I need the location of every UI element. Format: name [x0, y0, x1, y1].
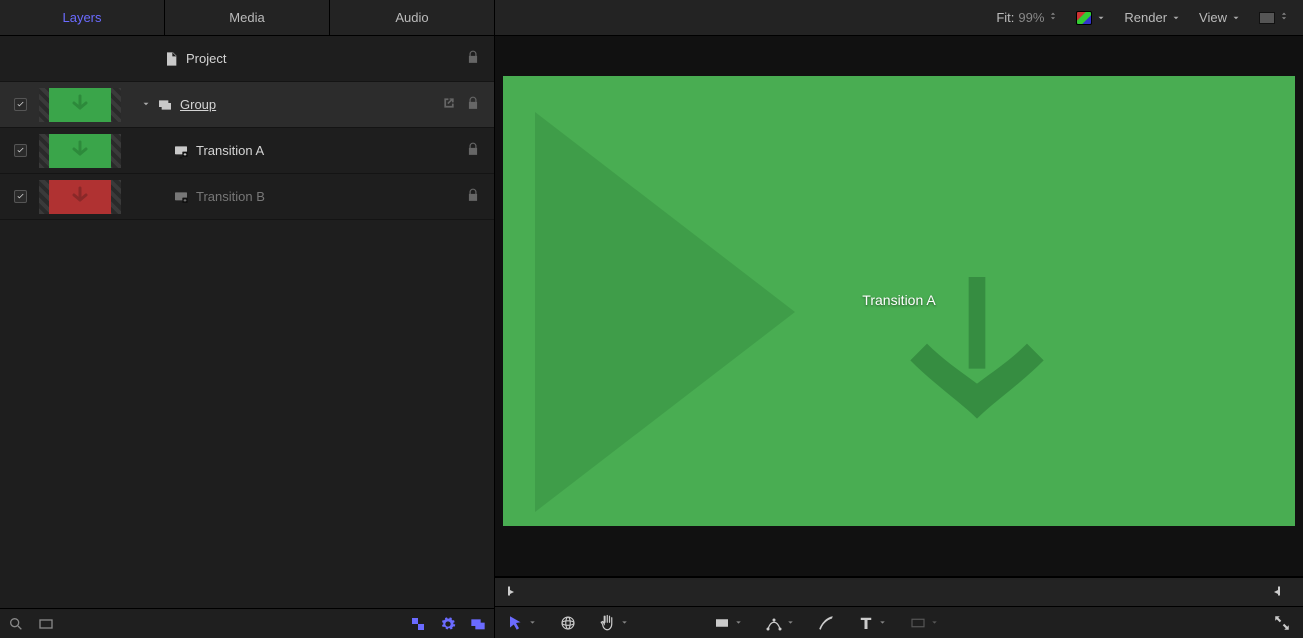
- text-tool[interactable]: [857, 614, 887, 632]
- color-channels-control[interactable]: [1076, 11, 1106, 25]
- canvas-panel: Fit: 99% Render View Transition A: [495, 0, 1303, 638]
- paint-stroke-tool[interactable]: [817, 614, 835, 632]
- pan-tool[interactable]: [599, 614, 629, 632]
- layer-row-transition-a[interactable]: Transition A: [0, 128, 494, 174]
- visibility-checkbox[interactable]: [14, 98, 27, 111]
- gear-icon[interactable]: [440, 616, 456, 632]
- down-arrow-graphic: [857, 252, 1097, 455]
- placeholder-clip-icon: [170, 189, 192, 205]
- document-icon: [160, 51, 182, 67]
- play-triangle-graphic: [535, 112, 795, 512]
- frame-icon[interactable]: [38, 616, 54, 632]
- layers-panel: Layers Media Audio Project: [0, 0, 495, 638]
- canvas-toolbar: [495, 606, 1303, 638]
- stepper-icon: [1048, 9, 1058, 26]
- in-point-marker-icon[interactable]: [505, 583, 517, 602]
- viewport-layout-control[interactable]: [1259, 9, 1289, 26]
- layer-thumbnail: [39, 134, 121, 168]
- layer-row-transition-b[interactable]: Transition B: [0, 174, 494, 220]
- expand-fullscreen-icon[interactable]: [1273, 614, 1291, 632]
- lock-icon[interactable]: [466, 50, 480, 67]
- visibility-checkbox[interactable]: [14, 190, 27, 203]
- frame-stack-icon[interactable]: [470, 616, 486, 632]
- search-icon[interactable]: [8, 616, 24, 632]
- out-point-marker-icon[interactable]: [1271, 583, 1283, 602]
- canvas-header-toolbar: Fit: 99% Render View: [495, 0, 1303, 36]
- group-stack-icon: [154, 97, 176, 113]
- stepper-icon: [1279, 9, 1289, 26]
- layer-list: Project: [0, 36, 494, 608]
- render-menu[interactable]: Render: [1124, 10, 1181, 25]
- mini-timeline[interactable]: [495, 576, 1303, 606]
- layer-thumbnail: [39, 88, 121, 122]
- group-row[interactable]: Group: [0, 82, 494, 128]
- layer-label: Transition B: [192, 189, 466, 204]
- layer-thumbnail: [39, 180, 121, 214]
- layer-label: Transition A: [192, 143, 466, 158]
- zoom-fit-control[interactable]: Fit: 99%: [996, 9, 1058, 26]
- group-label: Group: [176, 97, 442, 112]
- canvas-viewport[interactable]: Transition A: [495, 36, 1303, 576]
- rectangle-shape-tool[interactable]: [713, 614, 743, 632]
- view-menu[interactable]: View: [1199, 10, 1241, 25]
- view-label: View: [1199, 10, 1227, 25]
- placeholder-clip-icon: [170, 143, 192, 159]
- 3d-transform-tool[interactable]: [559, 614, 577, 632]
- select-tool[interactable]: [507, 614, 537, 632]
- render-label: Render: [1124, 10, 1167, 25]
- visibility-checkbox[interactable]: [14, 144, 27, 157]
- panel-tab-bar: Layers Media Audio: [0, 0, 494, 36]
- canvas-content: Transition A: [503, 76, 1295, 526]
- project-label: Project: [182, 51, 466, 66]
- lock-icon[interactable]: [466, 142, 480, 159]
- mask-checker-icon[interactable]: [410, 616, 426, 632]
- canvas-overlay-text: Transition A: [862, 292, 935, 308]
- rgb-swatch-icon: [1076, 11, 1092, 25]
- fit-value: 99%: [1018, 10, 1044, 25]
- disclosure-triangle[interactable]: [138, 97, 154, 112]
- pen-bezier-tool[interactable]: [765, 614, 795, 632]
- tab-layers[interactable]: Layers: [0, 0, 165, 35]
- lock-icon[interactable]: [466, 96, 480, 113]
- mask-rect-tool[interactable]: [909, 614, 939, 632]
- project-row[interactable]: Project: [0, 36, 494, 82]
- tab-audio[interactable]: Audio: [330, 0, 494, 35]
- tab-media[interactable]: Media: [165, 0, 330, 35]
- isolate-icon[interactable]: [442, 96, 456, 113]
- fit-label: Fit:: [996, 10, 1014, 25]
- lock-icon[interactable]: [466, 188, 480, 205]
- layers-footer-toolbar: [0, 608, 494, 638]
- viewport-icon: [1259, 12, 1275, 24]
